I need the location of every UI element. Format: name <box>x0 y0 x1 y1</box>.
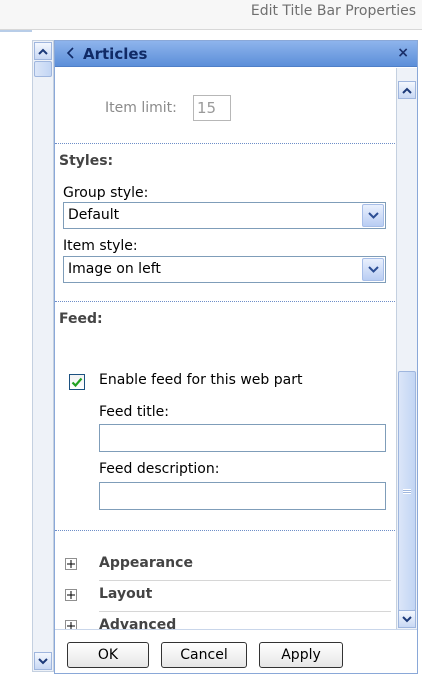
item-style-value: Image on left <box>68 261 161 277</box>
plus-icon[interactable] <box>65 558 77 570</box>
item-limit-label: Item limit: <box>105 100 177 116</box>
close-icon[interactable]: × <box>397 45 409 61</box>
tool-pane-scroll-thumb[interactable] <box>398 371 416 611</box>
group-style-select[interactable]: Default <box>63 202 386 229</box>
appearance-section-label: Appearance <box>99 555 193 571</box>
arrow-down-icon <box>402 615 412 622</box>
advanced-section-label: Advanced <box>99 617 177 629</box>
page-scroll-down-button[interactable] <box>34 652 52 670</box>
edit-title-bar-properties-link[interactable]: Edit Title Bar Properties <box>251 3 416 19</box>
plus-icon[interactable] <box>65 620 77 629</box>
grip-icon <box>403 488 411 494</box>
feed-description-label: Feed description: <box>99 461 220 477</box>
advanced-section-toggle[interactable]: Advanced <box>55 613 395 629</box>
arrow-up-icon <box>402 87 412 94</box>
header-accent-line <box>0 30 32 32</box>
page-scrollbar[interactable] <box>32 40 54 672</box>
enable-feed-label: Enable feed for this web part <box>99 372 303 388</box>
checkmark-icon <box>71 377 83 387</box>
chevron-down-icon[interactable] <box>362 204 384 227</box>
tool-pane-content: Item limit: Styles: Group style: Default… <box>55 68 395 629</box>
row-rule <box>99 580 391 581</box>
item-style-select[interactable]: Image on left <box>63 256 386 283</box>
tool-pane-scroll-area: Item limit: Styles: Group style: Default… <box>55 68 417 629</box>
cancel-button[interactable]: Cancel <box>161 642 247 668</box>
group-style-value: Default <box>68 207 120 223</box>
tool-pane-scrollbar[interactable] <box>396 68 417 629</box>
tool-pane-scroll-up-button[interactable] <box>398 81 416 99</box>
chevron-down-icon[interactable] <box>362 258 384 281</box>
layout-section-toggle[interactable]: Layout <box>55 582 395 612</box>
web-part-tool-pane: Articles × Item limit: Styles: Group sty… <box>54 40 418 674</box>
feed-title-label: Feed title: <box>99 404 169 420</box>
tool-pane-scroll-down-button[interactable] <box>398 610 416 628</box>
top-toolbar: Edit Title Bar Properties <box>0 0 422 30</box>
page-scroll-thumb[interactable] <box>34 61 52 77</box>
group-style-label: Group style: <box>63 185 149 201</box>
plus-icon[interactable] <box>65 589 77 601</box>
item-limit-input[interactable] <box>193 95 231 121</box>
apply-button[interactable]: Apply <box>259 642 343 668</box>
enable-feed-checkbox[interactable] <box>69 374 85 390</box>
layout-section-label: Layout <box>99 586 153 602</box>
section-divider <box>55 301 395 302</box>
feed-section-title: Feed: <box>59 311 103 327</box>
tool-pane-header: Articles × <box>55 41 417 67</box>
section-divider <box>55 143 395 144</box>
back-arrow-icon[interactable] <box>63 46 77 60</box>
arrow-up-icon <box>38 48 48 55</box>
feed-description-input[interactable] <box>99 482 386 510</box>
page-scroll-up-button[interactable] <box>34 42 52 60</box>
tool-pane-title: Articles <box>83 45 148 63</box>
feed-title-input[interactable] <box>99 424 386 452</box>
styles-section-title: Styles: <box>59 153 114 169</box>
row-rule <box>99 611 391 612</box>
arrow-down-icon <box>38 657 48 664</box>
appearance-section-toggle[interactable]: Appearance <box>55 551 395 581</box>
tool-pane-footer: OK Cancel Apply <box>55 629 417 673</box>
section-divider <box>55 530 395 531</box>
ok-button[interactable]: OK <box>67 642 149 668</box>
item-style-label: Item style: <box>63 238 138 254</box>
